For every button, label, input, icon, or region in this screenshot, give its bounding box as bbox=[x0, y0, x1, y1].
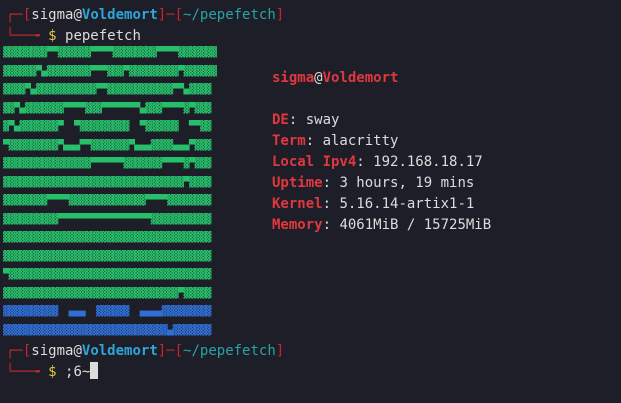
info-field: Kernel: 5.16.14-artix1-1 bbox=[272, 194, 491, 215]
info-field-value: sway bbox=[305, 112, 340, 128]
prompt2-dollar: $ bbox=[48, 364, 57, 380]
ascii-art-row: ▓▓▓▓▓▓▓▓▓▓ ▄▄▄ ▓▓▓▓▓▓ ▄▄▄▄▓▓▓▓▓▓▓▓▓ bbox=[3, 306, 211, 317]
ascii-art-row: ▓▀▄▓▓▓▓▓▓▓▀ ▀▓▓▓▓▓▓▓▓▓ ▀▓▓▓▓▓▓ ▀▀▓▓ bbox=[3, 121, 211, 132]
prompt2-bracket-close: ] bbox=[275, 343, 285, 359]
ascii-art-row: ▓▓▓▓▀▄▓▓▓▓▓▓▓▓▓▓▓▀▀▓▓▓▓▓▓▓▓▓▓▓▓▀▀▄▓▓▓▓ bbox=[3, 84, 211, 95]
text-cursor bbox=[90, 362, 99, 379]
info-field-key: Term bbox=[272, 133, 306, 149]
info-field-value: 192.168.18.17 bbox=[373, 154, 483, 170]
prompt-corner: └──╼ bbox=[6, 28, 49, 44]
info-field-colon: : bbox=[305, 133, 323, 149]
info-fields: DE: sway Term: alacritty Local Ipv4: 192.1… bbox=[272, 110, 491, 236]
info-field-colon: : bbox=[322, 175, 340, 191]
prompt2-user: sigma bbox=[31, 343, 74, 359]
info-at: @ bbox=[314, 70, 323, 86]
pepe-ascii-art: ▓▓▓▓▓▓▓▓▀▀▓▓▓▓▓▓▀▀▀▀▓▓▓▓▓▓▓▓▀▀▀▀▓▓▓▓▓▓▓ ▓… bbox=[3, 46, 265, 342]
info-title: sigma@Voldemort bbox=[272, 68, 491, 89]
ascii-art-row: ▓▓▓▓▓▓▓▓▓▓▓▓▓▓▓▓▓▓▓▓▓▓▓▓▓▓▓▓▓▓▓▓▓▀▓▓▓▓ bbox=[3, 176, 211, 188]
info-field-value: alacritty bbox=[322, 133, 399, 149]
prompt2-host: Voldemort bbox=[81, 343, 158, 359]
ascii-art-row: ▓▓▓▓▓▓▓▓▓▓▓▓▓▓▓▓▓▓▓▓▓▓▓▓▓▓▓▓▓▓▄▓▓▓▓▓▓▓ bbox=[3, 324, 211, 336]
info-field-value: 4061MiB / 15725MiB bbox=[339, 217, 492, 233]
prompt-dollar: $ bbox=[48, 28, 57, 44]
prompt2-at: @ bbox=[73, 343, 82, 359]
info-field-colon: : bbox=[322, 217, 340, 233]
prompt-separator: ]─[ bbox=[157, 7, 184, 23]
info-field-value: 5.16.14-artix1-1 bbox=[339, 196, 475, 212]
prompt2-separator: ]─[ bbox=[157, 343, 184, 359]
info-field-key: DE bbox=[272, 112, 289, 128]
info-field-colon: : bbox=[322, 196, 340, 212]
ascii-art-row: ▓▓▓▓▓▓▓▓▓▓▓▓▓▓▓▓▓▓▓▓▓▓▓▓▓▓▓▓▓▓▓▓▓▓▓▓▓▓ bbox=[3, 250, 211, 262]
info-field-key: Memory bbox=[272, 217, 323, 233]
terminal-window[interactable]: ┌─[sigma@Voldemort]─[~/pepefetch] └──╼ $… bbox=[0, 0, 621, 403]
info-field-key: Kernel bbox=[272, 196, 323, 212]
info-field-value: 3 hours, 19 mins bbox=[339, 175, 475, 191]
ascii-art-row: ▓▓▓▓▓▓▓▓▓▓▀▀▀▀▀▀▀▀▀▀▀▀▀▀▀▀▀▓▓▓▓▓▓▓▓▓▓▓ bbox=[3, 213, 211, 225]
info-field-colon: : bbox=[356, 154, 374, 170]
ascii-art-row: ▓▓▀▄▓▓▓▓▓▓▓▀▀▀▀▓▓▓▀▀▀▀▀▀▀▄▓▓▓▀▀▀▀▓▀▓▓▓ bbox=[3, 102, 211, 114]
info-field: Local Ipv4: 192.168.18.17 bbox=[272, 152, 491, 173]
info-host: Voldemort bbox=[322, 70, 399, 86]
prompt-command-line-1: └──╼ $ pepefetch bbox=[6, 26, 141, 46]
system-info: sigma@Voldemort DE: sway Term: alacritty L… bbox=[272, 68, 491, 236]
ascii-art-row: ▓▓▓▓▓▓▓▓▀▀▀▀▓▓▓▓▓▓▓▓▓▓▓▓▓▓▀▀▀▀▓▓▓▓▓▓▓▓ bbox=[3, 195, 211, 206]
ascii-art-row: ▓▓▓▓▓▓▓▓▓▓▓▓▓▓▓▓▀▀▀▀▀▀▓▓▓▓▓▓▓▀▀▀▀▓▀▓▓▓ bbox=[3, 158, 211, 169]
prompt-at: @ bbox=[73, 7, 82, 23]
prompt-user: sigma bbox=[31, 7, 74, 23]
prompt-path: ~/pepefetch bbox=[183, 7, 276, 23]
info-field-colon: : bbox=[288, 112, 306, 128]
info-field: Uptime: 3 hours, 19 mins bbox=[272, 173, 491, 194]
info-field: Term: alacritty bbox=[272, 131, 491, 152]
prompt-line-1: ┌─[sigma@Voldemort]─[~/pepefetch] bbox=[6, 5, 284, 25]
info-field-key: Uptime bbox=[272, 175, 323, 191]
ascii-art-row: ▀▓▓▓▓▓▓▓▓▓▀▄▄▄▀▀▓▓▓▓▓▓▓▀▄▄▄▓▓▓▓▄▄▄▀▓▓▓ bbox=[3, 139, 211, 151]
info-field: DE: sway bbox=[272, 110, 491, 131]
prompt2-bracket-open: ┌─[ bbox=[6, 343, 32, 359]
command-text: pepefetch bbox=[56, 28, 141, 44]
ascii-art-row: ▓▓▓▓▓▓▓▓▓▓▓▓▓▓▓▓▓▓▓▓▓▓▓▓▓▓▓▓▓▓▓▓▀▓▓▓▓▓ bbox=[3, 287, 211, 299]
prompt-command-line-2[interactable]: └──╼ $ ;6~ bbox=[6, 362, 99, 382]
prompt-bracket-open: ┌─[ bbox=[6, 7, 32, 23]
prompt2-path: ~/pepefetch bbox=[183, 343, 276, 359]
prompt2-corner: └──╼ bbox=[6, 364, 49, 380]
prompt-bracket-close: ] bbox=[275, 7, 285, 23]
prompt-line-2: ┌─[sigma@Voldemort]─[~/pepefetch] bbox=[6, 341, 284, 361]
info-field-key: Local Ipv4 bbox=[272, 154, 357, 170]
info-user: sigma bbox=[272, 70, 315, 86]
prompt-host: Voldemort bbox=[81, 7, 158, 23]
info-field: Memory: 4061MiB / 15725MiB bbox=[272, 215, 491, 236]
ascii-art-row: ▓▓▓▓▓▓▓▓▓▓▓▓▓▓▓▓▓▓▓▓▓▓▓▓▓▓▓▓▓▓▓▓▓▓▓▓▓▓ bbox=[3, 232, 211, 243]
ascii-art-row: ▓▓▓▓▓▓▀▄▓▓▓▓▓▓▓▓▀▀▀▓▓▓▀▓▓▓▓▓▓▓▓▓▀▓▓▓▓▓▓ bbox=[3, 65, 217, 77]
ascii-art-row: ▓▓▓▓▓▓▓▓▀▀▓▓▓▓▓▓▀▀▀▀▓▓▓▓▓▓▓▓▀▀▀▀▓▓▓▓▓▓▓ bbox=[3, 47, 217, 58]
ascii-art-row: ▀▓▓▓▓▓▓▓▓▓▓▓▓▓▓▓▓▓▓▓▓▓▓▓▓▓▓▓▓▓▓▓▓▓▓▓▓▓ bbox=[3, 269, 211, 280]
typed-input[interactable]: ;6~ bbox=[57, 364, 90, 380]
